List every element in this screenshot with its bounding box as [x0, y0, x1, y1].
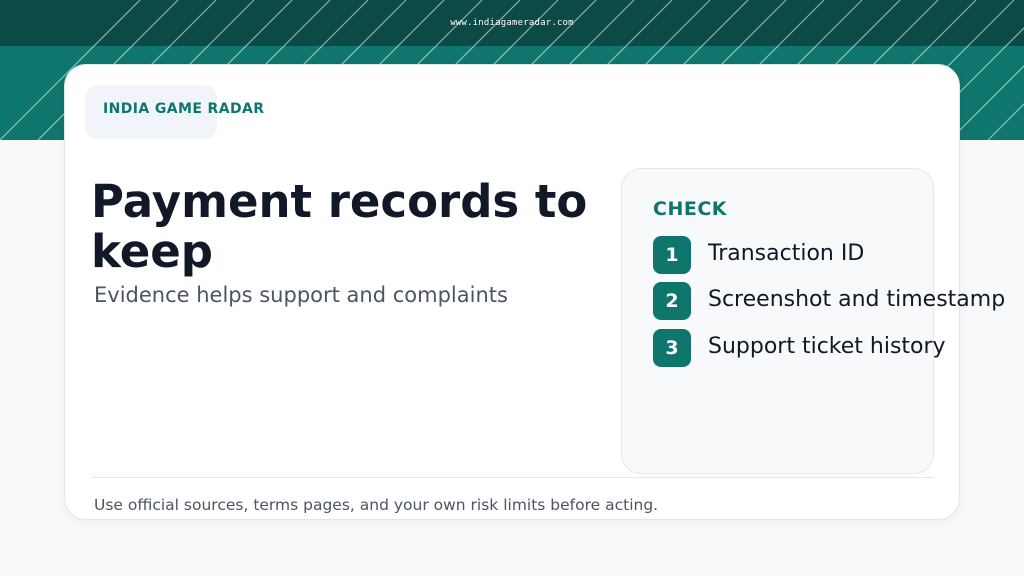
check-item-text: Screenshot and timestamp: [708, 287, 1006, 312]
check-number-badge: 3: [653, 329, 691, 367]
check-item-2: 2 Screenshot and timestamp: [653, 282, 1023, 320]
check-panel: CHECK 1 Transaction ID 2 Screenshot and …: [621, 168, 1005, 474]
check-item-text: Support ticket history: [708, 334, 946, 359]
content-card: INDIA GAME RADAR Payment records to keep…: [64, 64, 1005, 520]
page-title: Payment records to keep: [91, 175, 588, 278]
check-label: CHECK: [653, 198, 727, 220]
footer-divider: [92, 477, 934, 478]
check-number-badge: 2: [653, 282, 691, 320]
check-item-1: 1 Transaction ID: [653, 236, 1023, 274]
site-url: www.indiagameradar.com: [450, 18, 574, 28]
check-item-3: 3 Support ticket history: [653, 329, 1023, 367]
check-item-text: Transaction ID: [708, 241, 865, 266]
footer-note: Use official sources, terms pages, and y…: [94, 496, 659, 514]
check-number-badge: 1: [653, 236, 691, 274]
page-subtitle: Evidence helps support and complaints: [94, 283, 508, 307]
slide: www.indiagameradar.com INDIA GAME RADAR …: [0, 0, 1024, 576]
brand-name: INDIA GAME RADAR: [103, 101, 265, 117]
